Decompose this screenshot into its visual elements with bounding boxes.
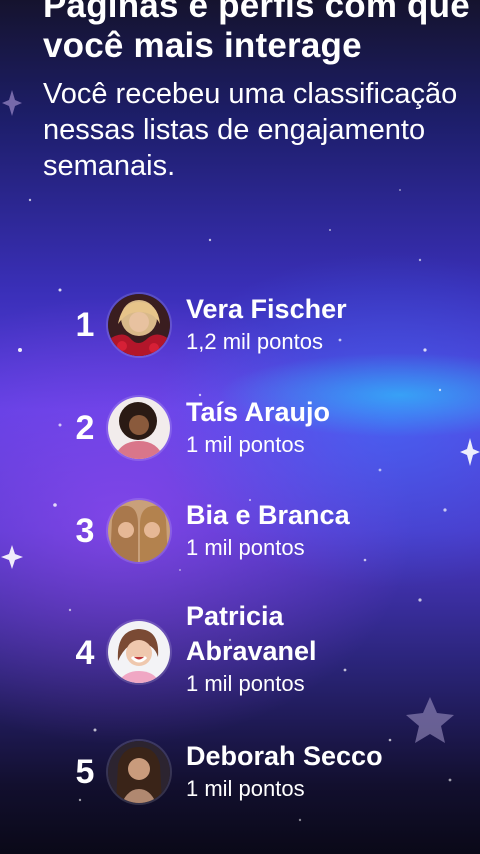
- item-text: Deborah Secco 1 mil pontos: [186, 739, 466, 804]
- profile-name: Patricia Abravanel: [186, 601, 317, 666]
- avatar[interactable]: [108, 741, 170, 803]
- rank-number: 2: [75, 409, 95, 447]
- profile-name: Taís Araujo: [186, 397, 331, 427]
- rank-number: 4: [75, 634, 95, 672]
- page-subtitle: Você recebeu uma classificação nessas li…: [43, 78, 458, 182]
- rank-number: 5: [75, 753, 95, 791]
- profile-name: Vera Fischer: [186, 294, 347, 324]
- page-title: Páginas e perfis com que você mais inter…: [43, 0, 470, 65]
- sparkle-icon: [1, 545, 23, 569]
- sparkle-icon: [2, 90, 22, 116]
- profile-name: Deborah Secco: [186, 741, 383, 771]
- avatar[interactable]: [108, 621, 170, 683]
- profile-name: Bia e Branca: [186, 500, 350, 530]
- profile-points: 1 mil pontos: [186, 776, 305, 801]
- header: Páginas e perfis com que você mais inter…: [43, 0, 473, 184]
- rank-number: 3: [75, 512, 95, 550]
- avatar[interactable]: [108, 294, 170, 356]
- profile-points: 1 mil pontos: [186, 671, 305, 696]
- star-shape-icon: [406, 697, 454, 743]
- item-text: Vera Fischer 1,2 mil pontos: [186, 292, 466, 357]
- profile-points: 1 mil pontos: [186, 535, 305, 560]
- avatar[interactable]: [108, 500, 170, 562]
- item-text: Taís Araujo 1 mil pontos: [186, 395, 466, 460]
- rank-number: 1: [75, 306, 95, 344]
- item-text: Patricia Abravanel 1 mil pontos: [186, 599, 466, 699]
- profile-points: 1,2 mil pontos: [186, 329, 323, 354]
- avatar[interactable]: [108, 397, 170, 459]
- item-text: Bia e Branca 1 mil pontos: [186, 498, 466, 563]
- profile-points: 1 mil pontos: [186, 432, 305, 457]
